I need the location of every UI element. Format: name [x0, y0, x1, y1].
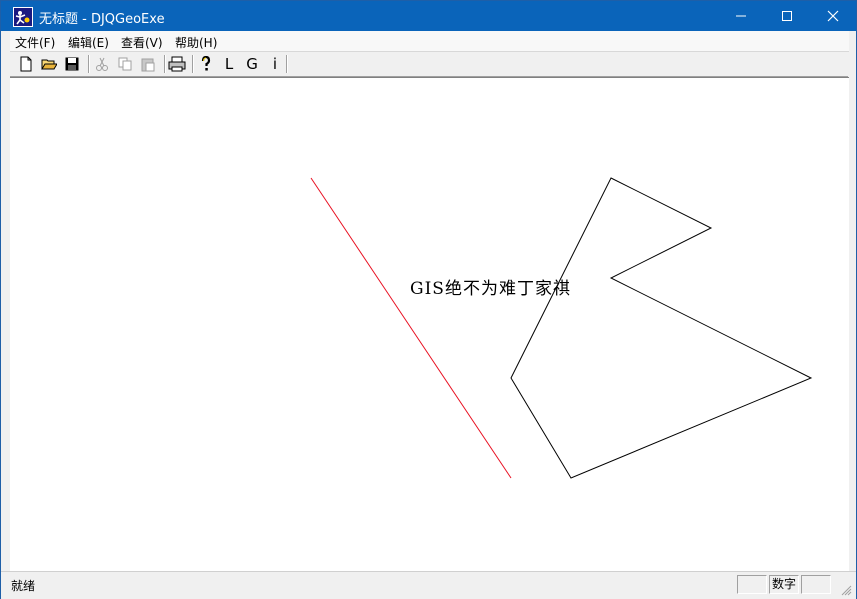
status-text: 就绪: [11, 579, 36, 593]
menu-help[interactable]: 帮助(H): [175, 34, 217, 51]
minimize-icon: [736, 15, 746, 17]
help-button[interactable]: [196, 54, 216, 74]
status-bar: 就绪 数字: [1, 571, 856, 599]
canvas-drawing: GIS绝不为难丁家祺: [310, 177, 813, 479]
print-icon: [168, 56, 186, 72]
new-button[interactable]: [16, 54, 36, 74]
toolbar-button-i[interactable]: i: [265, 54, 285, 74]
save-icon: [65, 57, 79, 71]
close-button[interactable]: [810, 1, 856, 31]
canvas-text-label: GIS绝不为难丁家祺: [410, 279, 571, 299]
close-icon: [827, 10, 839, 22]
app-icon[interactable]: [13, 7, 33, 27]
menu-view[interactable]: 查看(V): [121, 34, 163, 51]
red-line: [310, 177, 512, 479]
drawing-canvas[interactable]: GIS绝不为难丁家祺: [10, 77, 849, 571]
paste-button[interactable]: [138, 54, 158, 74]
paste-icon: [141, 58, 155, 72]
print-button[interactable]: [167, 54, 187, 74]
right-frame: [849, 31, 856, 569]
app-window: 无标题 - DJQGeoExe 文件(F) 编辑(E) 查看(V) 帮助(H): [0, 0, 857, 599]
cut-button[interactable]: [92, 54, 112, 74]
status-pane-caps: [737, 575, 767, 594]
toolbar-separator: [164, 55, 166, 73]
open-folder-icon: [41, 59, 57, 70]
copy-icon: [118, 57, 132, 71]
toolbar-button-l[interactable]: L: [219, 54, 239, 74]
toolbar-separator: [286, 55, 288, 73]
status-pane-scroll: [801, 575, 831, 594]
open-button[interactable]: [39, 54, 59, 74]
cut-icon: [96, 57, 108, 71]
toolbar-separator: [192, 55, 194, 73]
polygon-shape: [510, 177, 813, 479]
toolbar: L G i: [10, 52, 848, 77]
resize-grip-icon[interactable]: [840, 584, 852, 596]
help-icon: [201, 56, 211, 71]
status-pane-num: 数字: [769, 575, 799, 594]
title-bar[interactable]: 无标题 - DJQGeoExe: [1, 1, 856, 31]
toolbar-separator: [88, 55, 90, 73]
menu-file[interactable]: 文件(F): [15, 34, 55, 51]
toolbar-button-g[interactable]: G: [242, 54, 262, 74]
new-file-icon: [20, 56, 32, 72]
left-frame: [1, 31, 10, 569]
maximize-icon: [782, 11, 792, 21]
menu-bar: 文件(F) 编辑(E) 查看(V) 帮助(H): [1, 31, 856, 52]
menu-edit[interactable]: 编辑(E): [68, 34, 109, 51]
window-title: 无标题 - DJQGeoExe: [39, 12, 165, 27]
maximize-button[interactable]: [764, 1, 810, 31]
minimize-button[interactable]: [718, 1, 764, 31]
save-button[interactable]: [62, 54, 82, 74]
copy-button[interactable]: [115, 54, 135, 74]
